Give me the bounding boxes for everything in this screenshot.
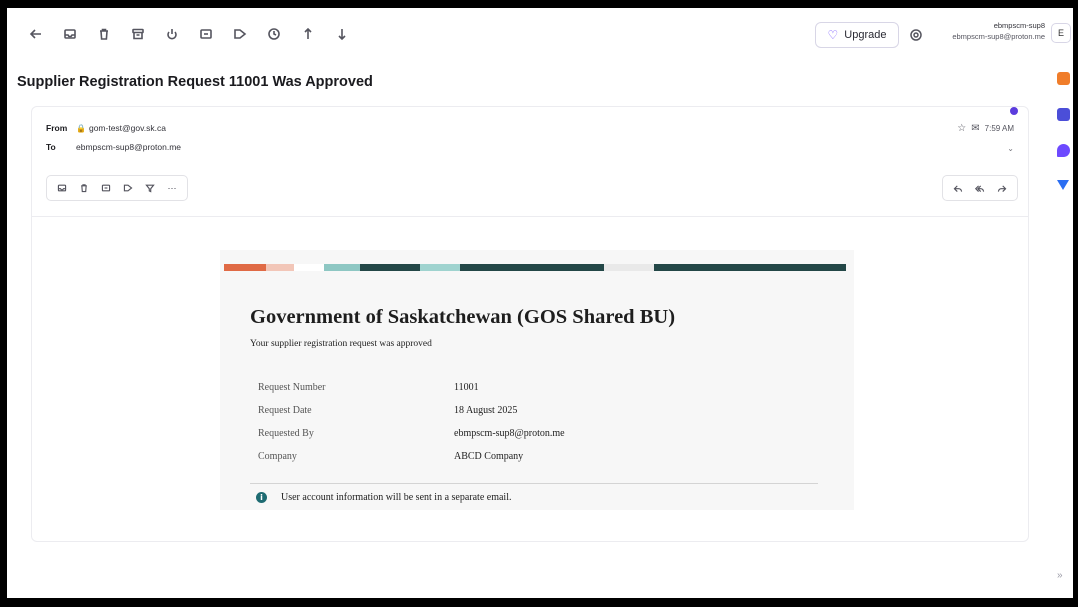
- to-row: To ebmpscm-sup8@proton.me: [46, 142, 181, 152]
- next-message-icon[interactable]: [325, 18, 359, 50]
- info-text: User account information will be sent in…: [281, 492, 512, 503]
- info-icon: i: [256, 492, 267, 503]
- upgrade-button[interactable]: ♡ Upgrade: [815, 22, 899, 48]
- message-header: From 🔒 gom-test@gov.sk.ca To ebmpscm-sup…: [32, 107, 1028, 217]
- detail-row: Request Date 18 August 2025: [258, 405, 818, 428]
- filter-icon[interactable]: [139, 178, 161, 198]
- move-to-inbox-icon[interactable]: [53, 18, 87, 50]
- upgrade-label: Upgrade: [844, 29, 887, 41]
- collapse-rail-icon[interactable]: »: [1057, 570, 1063, 581]
- detail-value: 11001: [454, 382, 479, 393]
- back-arrow-icon[interactable]: [19, 18, 53, 50]
- previous-message-icon[interactable]: [291, 18, 325, 50]
- folder-icon[interactable]: [189, 18, 223, 50]
- detail-row: Request Number 11001: [258, 382, 818, 405]
- forward-icon[interactable]: [991, 178, 1013, 198]
- detail-value[interactable]: ebmpscm-sup8@proton.me: [454, 428, 565, 451]
- sender-address[interactable]: gom-test@gov.sk.ca: [89, 123, 166, 133]
- status-badge: [1010, 107, 1018, 115]
- message-card: From 🔒 gom-test@gov.sk.ca To ebmpscm-sup…: [31, 106, 1029, 542]
- from-row: From 🔒 gom-test@gov.sk.ca: [46, 123, 166, 133]
- drive-app-icon[interactable]: [1057, 180, 1069, 190]
- contacts-app-icon[interactable]: [1057, 108, 1070, 121]
- reply-all-icon[interactable]: [969, 178, 991, 198]
- archive-icon[interactable]: [121, 18, 155, 50]
- recipient-address[interactable]: ebmpscm-sup8@proton.me: [76, 142, 181, 152]
- info-note: i User account information will be sent …: [256, 492, 511, 503]
- divider: [250, 483, 818, 484]
- account-menu[interactable]: ebmpscm-sup8 ebmpscm-sup8@proton.me: [931, 20, 1045, 42]
- detail-label: Company: [258, 451, 297, 462]
- account-email: ebmpscm-sup8@proton.me: [952, 32, 1045, 41]
- mail-window: ♡ Upgrade ebmpscm-sup8 ebmpscm-sup8@prot…: [7, 8, 1073, 598]
- account-name: ebmpscm-sup8: [993, 21, 1045, 30]
- detail-value: 18 August 2025: [454, 405, 518, 416]
- detail-row: Requested By ebmpscm-sup8@proton.me: [258, 428, 818, 451]
- move-to-inbox-icon[interactable]: [51, 178, 73, 198]
- message-actions: ⋯: [46, 175, 188, 201]
- detail-label: Requested By: [258, 428, 314, 439]
- email-title: Government of Saskatchewan (GOS Shared B…: [250, 306, 676, 328]
- spam-icon[interactable]: [155, 18, 189, 50]
- avatar[interactable]: E: [1051, 23, 1071, 43]
- folder-icon[interactable]: [95, 178, 117, 198]
- reply-icon[interactable]: [947, 178, 969, 198]
- email-content: Government of Saskatchewan (GOS Shared B…: [220, 250, 854, 510]
- settings-gear-icon[interactable]: [905, 24, 927, 46]
- detail-row: Company ABCD Company: [258, 451, 818, 474]
- envelope-icon: ✉: [971, 123, 980, 134]
- trash-icon[interactable]: [87, 18, 121, 50]
- app-rail: »: [1053, 60, 1073, 598]
- label-icon[interactable]: [117, 178, 139, 198]
- trash-icon[interactable]: [73, 178, 95, 198]
- star-icon[interactable]: ☆: [957, 123, 966, 134]
- calendar-app-icon[interactable]: [1057, 72, 1070, 85]
- request-details: Request Number 11001 Request Date 18 Aug…: [258, 382, 818, 474]
- message-time: 7:59 AM: [984, 124, 1014, 133]
- email-subtitle: Your supplier registration request was a…: [250, 339, 432, 349]
- message-meta: ☆ ✉ 7:59 AM: [957, 123, 1014, 134]
- label-icon[interactable]: [223, 18, 257, 50]
- detail-label: Request Date: [258, 405, 312, 416]
- vpn-app-icon[interactable]: [1057, 144, 1070, 157]
- chevron-down-icon[interactable]: ⌄: [1007, 144, 1014, 153]
- detail-value: ABCD Company: [454, 451, 524, 462]
- gem-icon: ♡: [827, 28, 839, 42]
- detail-label: Request Number: [258, 382, 326, 393]
- snooze-icon[interactable]: [257, 18, 291, 50]
- to-label: To: [46, 142, 56, 152]
- message-subject: Supplier Registration Request 11001 Was …: [17, 74, 373, 90]
- reply-actions: [942, 175, 1018, 201]
- header-banner: [224, 264, 846, 271]
- lock-icon: 🔒: [76, 123, 86, 133]
- from-label: From: [46, 123, 68, 133]
- more-options-icon[interactable]: ⋯: [161, 178, 183, 198]
